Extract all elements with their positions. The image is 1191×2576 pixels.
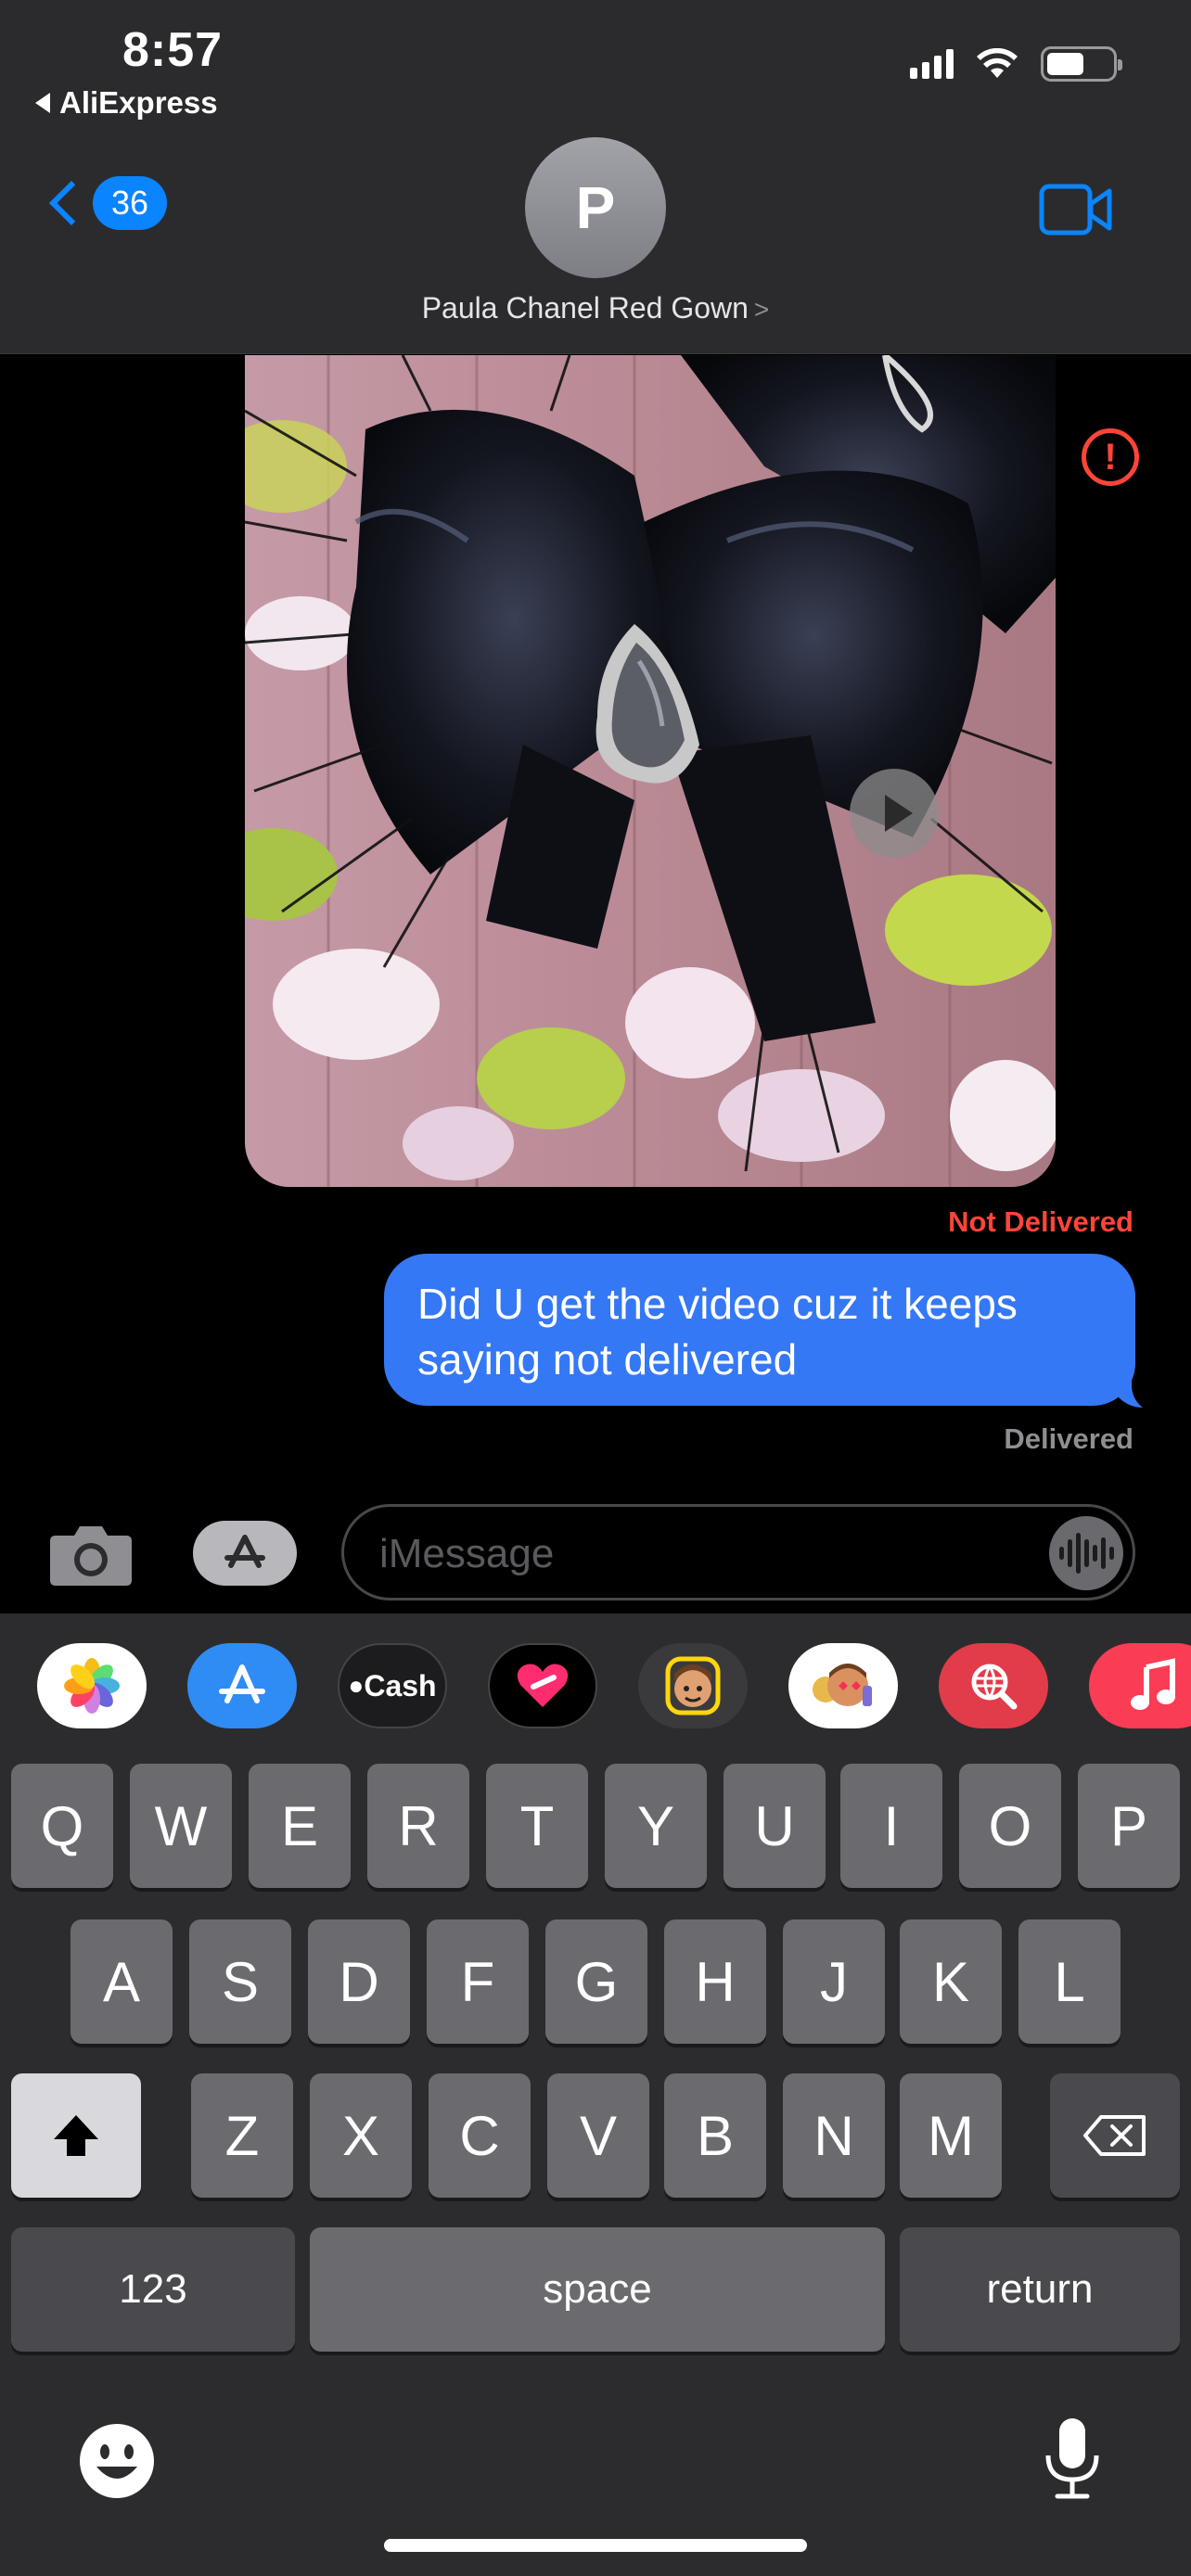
audio-message-button[interactable] [1049,1516,1123,1590]
key-c[interactable]: C [429,2073,531,2198]
conversation-header: 8:57 AliExpress 36 P Paula Chanel Red Go… [0,0,1191,354]
heart-icon [517,1664,569,1707]
key-x[interactable]: X [310,2073,412,2198]
contact-name-button[interactable]: Paula Chanel Red Gown > [0,291,1191,325]
key-h[interactable]: H [664,1919,766,2044]
chevron-left-icon [48,180,95,226]
key-u[interactable]: U [724,1764,826,1888]
memoji-stickers-app-button[interactable] [788,1643,898,1728]
key-m[interactable]: M [900,2073,1002,2198]
facetime-video-button[interactable] [1039,184,1113,240]
key-j[interactable]: J [783,1919,885,2044]
key-f[interactable]: F [427,1919,529,2044]
shift-arrow-icon [54,2115,98,2156]
status-icons [910,46,1122,82]
memoji-app-button[interactable] [638,1643,748,1728]
keyboard: Q W E R T Y U I O P A S D F G H J K L Z … [0,1764,1191,2576]
video-camera-icon [1039,184,1112,236]
home-indicator[interactable] [384,2539,807,2552]
dictation-button[interactable] [1043,2417,1102,2505]
imessage-input[interactable]: iMessage [341,1504,1135,1600]
delivered-status: Delivered [1004,1422,1133,1455]
key-d[interactable]: D [308,1919,410,2044]
shift-key[interactable] [11,2073,141,2198]
cash-label: Cash [364,1668,437,1702]
key-l[interactable]: L [1018,1919,1121,2044]
numbers-key[interactable]: 123 [11,2227,295,2352]
app-store-icon [224,1535,265,1568]
key-o[interactable]: O [959,1764,1061,1888]
key-n[interactable]: N [783,2073,885,2198]
imessage-placeholder: iMessage [379,1531,555,1576]
key-k[interactable]: K [900,1919,1002,2044]
imessage-app-drawer: ● Cash [0,1613,1191,1764]
chevron-right-icon: > [753,295,770,324]
back-arrow-icon [35,93,50,113]
bow-photo-image [245,355,1056,1187]
space-key[interactable]: space [310,2227,885,2352]
camera-icon [50,1526,132,1586]
unread-badge: 36 [93,176,167,230]
camera-button[interactable] [48,1521,134,1592]
key-p[interactable]: P [1078,1764,1180,1888]
backspace-icon [1083,2115,1146,2156]
key-s[interactable]: S [189,1919,291,2044]
apple-logo-icon: ● [348,1671,365,1700]
cellular-signal-icon [910,49,954,79]
emoji-icon [80,2424,154,2498]
back-to-app-link[interactable]: AliExpress [35,85,218,121]
globe-search-icon [971,1664,1018,1710]
emoji-keyboard-button[interactable] [78,2422,156,2505]
back-app-label: AliExpress [59,85,218,120]
photos-app-button[interactable] [37,1643,147,1728]
web-search-app-button[interactable] [939,1643,1048,1728]
play-icon [885,795,913,832]
key-w[interactable]: W [130,1764,232,1888]
key-q[interactable]: Q [11,1764,113,1888]
not-delivered-status: Not Delivered [948,1205,1133,1238]
microphone-icon [1045,2418,1099,2499]
app-store-app-button[interactable] [187,1643,297,1728]
back-button[interactable]: 36 [43,176,167,230]
music-app-button[interactable] [1089,1643,1191,1728]
key-t[interactable]: T [486,1764,588,1888]
key-y[interactable]: Y [605,1764,707,1888]
status-time: 8:57 [122,23,224,77]
key-v[interactable]: V [547,2073,649,2198]
play-video-button[interactable] [850,769,939,858]
key-r[interactable]: R [367,1764,469,1888]
contact-name: Paula Chanel Red Gown [421,291,749,325]
return-key[interactable]: return [900,2227,1180,2352]
sent-message-bubble[interactable]: Did U get the video cuz it keeps saying … [384,1254,1135,1406]
app-store-apps-button[interactable] [193,1521,297,1586]
digital-touch-app-button[interactable] [488,1643,597,1728]
memoji-sticker-icon [813,1664,872,1706]
wifi-icon [977,48,1018,78]
memoji-face-icon [665,1656,721,1715]
apple-cash-app-button[interactable]: ● Cash [338,1643,447,1728]
key-z[interactable]: Z [191,2073,293,2198]
video-attachment-thumbnail[interactable] [245,355,1056,1187]
delivery-error-icon[interactable]: ! [1082,428,1139,486]
key-e[interactable]: E [249,1764,351,1888]
battery-icon [1041,46,1122,82]
key-a[interactable]: A [70,1919,173,2044]
photos-icon [64,1658,120,1714]
key-b[interactable]: B [664,2073,766,2198]
key-i[interactable]: I [840,1764,942,1888]
app-store-a-icon [219,1664,265,1703]
key-g[interactable]: G [545,1919,647,2044]
delete-key[interactable] [1050,2073,1180,2198]
music-note-icon [1131,1658,1175,1710]
contact-avatar[interactable]: P [525,137,666,278]
